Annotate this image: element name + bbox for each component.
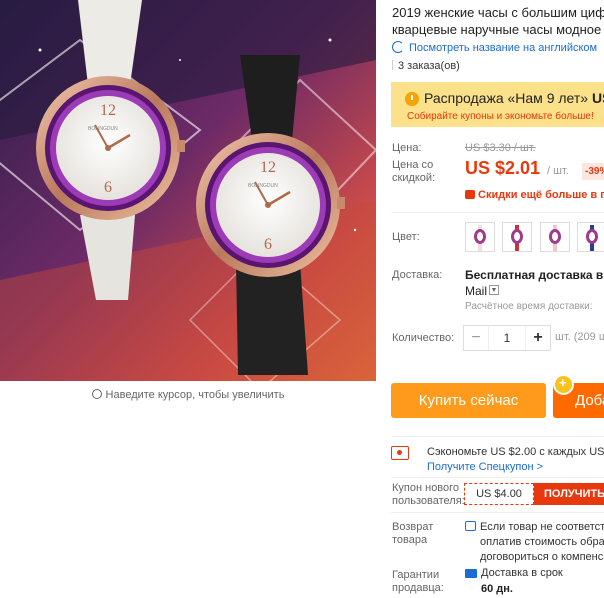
magnifier-icon xyxy=(91,389,102,399)
dial-number-6: 6 xyxy=(104,179,112,196)
watch-brand-mark: BOLINGDUN xyxy=(88,126,118,132)
product-title-line2: кварцевые наручные часы модное xyxy=(392,22,602,37)
old-price: US $3.30 / шт. xyxy=(465,142,536,154)
shipping-carrier: Mail xyxy=(465,284,488,298)
translate-link-text: Посмотреть название на английском xyxy=(409,42,598,54)
seller-guarantee-label: Гарантии продавца: xyxy=(392,569,444,594)
translate-link[interactable]: Посмотреть название на английском xyxy=(392,41,597,54)
sale-title-tail: US xyxy=(591,90,604,106)
new-user-coupon-label: Купон нового пользователя: xyxy=(392,482,465,507)
coupon-icon xyxy=(391,446,409,460)
color-swatch-white-pink[interactable] xyxy=(465,222,495,252)
current-price: US $2.01 xyxy=(465,158,541,178)
return-text-line: Если товар не соответств xyxy=(480,521,604,533)
swatch-watch-icon xyxy=(511,229,523,244)
sale-title-text: Распродажа «Нам 9 лет» xyxy=(424,90,589,106)
stock-count: шт. (209 ш xyxy=(555,331,604,343)
color-swatch-pink[interactable] xyxy=(540,222,570,252)
quantity-increase-button[interactable]: + xyxy=(525,326,550,350)
watches-photo: 12 6 BOLINGDUN 12 6 BOLINGDUN xyxy=(0,0,376,381)
quantity-input[interactable]: 1 xyxy=(488,326,526,350)
product-title-line1: 2019 женские часы с большим циф xyxy=(392,5,604,20)
swatch-watch-icon xyxy=(586,229,598,244)
sale-title: Распродажа «Нам 9 лет» US xyxy=(424,90,604,106)
divider xyxy=(391,512,604,513)
price-unit: / шт. xyxy=(547,165,569,177)
price-label: Цена: xyxy=(392,142,422,154)
divider xyxy=(391,436,604,437)
swatch-watch-icon xyxy=(474,229,486,244)
delivery-days: 60 дн. xyxy=(481,583,513,595)
dial-number-12-b: 12 xyxy=(260,159,276,176)
sale-subtitle: Собирайте купоны и экономьте больше! xyxy=(407,111,594,122)
watch-brand-mark-b: BOLINGDUN xyxy=(248,183,278,189)
shipping-label: Доставка: xyxy=(392,269,443,281)
divider xyxy=(391,477,604,478)
return-label: Возврат товара xyxy=(392,521,434,546)
orders-count: 3 заказа(ов) xyxy=(392,60,460,72)
sale-banner[interactable]: Распродажа «Нам 9 лет» US Собирайте купо… xyxy=(391,82,604,127)
tag-icon xyxy=(465,190,475,199)
coupon-badge-icon xyxy=(553,374,574,395)
coupon-save-text: Сэкономьте US $2.00 с каждых US $ xyxy=(427,446,604,458)
orders-count-text: 3 заказа(ов) xyxy=(398,60,460,72)
zoom-hint: Наведите курсор, чтобы увеличить xyxy=(0,388,376,401)
discount-badge: -39% xyxy=(582,163,604,180)
more-discounts-text: Скидки ещё больше в пра xyxy=(478,189,604,201)
shield-icon xyxy=(465,521,476,531)
get-coupon-button[interactable]: ПОЛУЧИТЬ xyxy=(534,483,604,505)
quantity-label: Количество: xyxy=(392,332,455,344)
chevron-down-icon[interactable]: ▼ xyxy=(489,285,499,295)
truck-icon xyxy=(465,569,477,578)
color-swatch-red[interactable] xyxy=(502,222,532,252)
more-discounts-link[interactable]: Скидки ещё больше в пра xyxy=(465,189,604,201)
quantity-stepper: − 1 + xyxy=(463,325,551,351)
new-user-coupon-value: US $4.00 xyxy=(464,483,534,505)
dial-number-12: 12 xyxy=(100,102,116,119)
translate-icon xyxy=(392,41,404,53)
product-image[interactable]: 12 6 BOLINGDUN 12 6 BOLINGDUN xyxy=(0,0,376,381)
quantity-decrease-button[interactable]: − xyxy=(464,326,489,350)
color-label: Цвет: xyxy=(392,231,420,243)
product-title: 2019 женские часы с большим циф кварцевы… xyxy=(392,4,604,38)
dial-number-6-b: 6 xyxy=(264,236,272,253)
color-swatch-blue[interactable] xyxy=(577,222,604,252)
delivery-estimate: Расчётное время доставки: xyxy=(465,301,593,312)
get-coupon-link[interactable]: Получите Спецкупон > xyxy=(427,461,543,473)
return-text-line: договориться о компенса xyxy=(480,551,604,563)
zoom-hint-text: Наведите курсор, чтобы увеличить xyxy=(105,389,285,401)
divider xyxy=(392,60,393,70)
clock-icon xyxy=(405,92,419,106)
on-time-delivery: Доставка в срок xyxy=(481,567,563,579)
return-policy-text: Если товар не соответств оплатив стоимос… xyxy=(480,520,604,565)
return-text-line: оплатив стоимость обрат xyxy=(480,536,604,548)
divider xyxy=(391,212,604,213)
swatch-watch-icon xyxy=(549,229,561,244)
buy-now-button[interactable]: Купить сейчас xyxy=(391,383,546,418)
discount-price-label: Цена со скидкой: xyxy=(392,159,436,184)
shipping-title: Бесплатная доставка в Rus xyxy=(465,268,604,282)
